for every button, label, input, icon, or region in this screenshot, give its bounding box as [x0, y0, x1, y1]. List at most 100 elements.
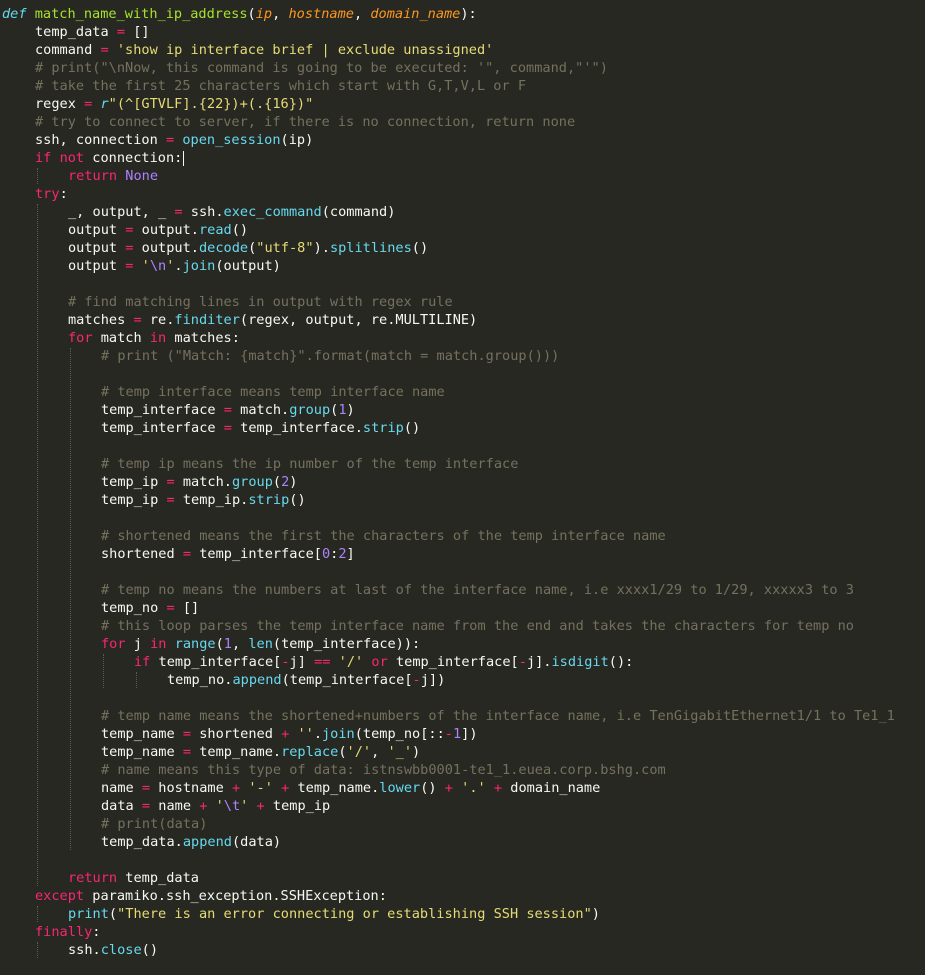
code-line[interactable]: temp_interface = temp_interface.strip(): [101, 419, 420, 437]
code-token: '/': [338, 654, 364, 670]
code-line[interactable]: print("There is an error connecting or e…: [68, 905, 600, 923]
code-line[interactable]: def match_name_with_ip_address(ip, hostn…: [2, 5, 477, 23]
code-line[interactable]: matches = re.finditer(regex, output, re.…: [68, 311, 477, 329]
code-token: # this loop parses the temp interface na…: [101, 618, 854, 634]
code-line[interactable]: ssh.close(): [68, 941, 158, 959]
code-token: output.: [133, 240, 199, 256]
code-line[interactable]: # temp no means the numbers at last of t…: [101, 581, 854, 599]
code-line[interactable]: temp_no.append(temp_interface[-j]): [167, 671, 445, 689]
code-token: (: [247, 6, 256, 22]
code-token: finditer: [174, 312, 240, 328]
code-token: 2: [338, 546, 347, 562]
code-token: temp_no: [101, 600, 167, 616]
code-token: match: [92, 330, 150, 346]
code-token: ==: [314, 654, 331, 670]
code-line[interactable]: temp_ip = match.group(2): [101, 473, 297, 491]
code-line[interactable]: temp_no = []: [101, 599, 199, 617]
code-line[interactable]: # take the first 25 characters which sta…: [35, 77, 526, 95]
code-line[interactable]: except paramiko.ssh_exception.SSHExcepti…: [35, 887, 387, 905]
code-token: read: [198, 222, 232, 238]
code-token: +: [444, 780, 453, 796]
code-line[interactable]: return None: [68, 167, 158, 185]
code-token: temp_interface[: [387, 654, 519, 670]
code-token: match_name_with_ip_address: [34, 6, 248, 22]
code-token: data: [101, 798, 142, 814]
code-token: temp_interface: [101, 402, 224, 418]
code-line[interactable]: finally:: [35, 923, 100, 941]
code-token: hostname: [288, 6, 354, 22]
code-line[interactable]: # print ("Match: {match}".format(match =…: [101, 347, 559, 365]
code-token: ': [215, 798, 224, 814]
code-editor[interactable]: def match_name_with_ip_address(ip, hostn…: [0, 0, 925, 975]
code-line[interactable]: name = hostname + '-' + temp_name.lower(…: [101, 779, 600, 797]
code-token: (temp_interface)):: [272, 636, 421, 652]
code-token: None: [125, 168, 159, 184]
code-line[interactable]: # name means this type of data: istnswbb…: [101, 761, 666, 779]
text-cursor: [183, 151, 185, 166]
code-line[interactable]: # print("\nNow, this command is going to…: [35, 59, 608, 77]
code-line[interactable]: output = output.read(): [68, 221, 248, 239]
code-token: ,: [231, 636, 249, 652]
code-token: lower: [379, 780, 421, 796]
code-line[interactable]: # temp interface means temp interface na…: [101, 383, 445, 401]
code-token: '-': [248, 780, 273, 796]
code-line[interactable]: # temp ip means the ip number of the tem…: [101, 455, 518, 473]
code-line[interactable]: regex = r"(^[GTVLF].{22})+(.{16})": [35, 95, 313, 113]
code-token: output: [68, 222, 126, 238]
code-token: +: [231, 780, 241, 796]
code-line[interactable]: temp_data = []: [35, 23, 150, 41]
code-token: # temp ip means the ip number of the tem…: [101, 456, 519, 472]
code-token: name: [150, 798, 200, 814]
code-line[interactable]: if temp_interface[-j] == '/' or temp_int…: [134, 653, 633, 671]
code-token: (): [141, 942, 159, 958]
code-token: ip: [255, 6, 273, 22]
code-token: join: [322, 726, 355, 742]
code-line[interactable]: if not connection:: [35, 149, 182, 167]
code-token: (output): [215, 258, 281, 274]
indent-guide: [37, 942, 38, 958]
code-token: (data): [231, 834, 282, 850]
code-token: strip: [362, 420, 404, 436]
code-line[interactable]: temp_data.append(data): [101, 833, 281, 851]
code-line[interactable]: for j in range(1, len(temp_interface)):: [101, 635, 420, 653]
code-line[interactable]: command = 'show ip interface brief | exc…: [35, 41, 493, 59]
code-token: 'show ip interface brief | exclude unass…: [116, 42, 494, 58]
code-line[interactable]: ssh, connection = open_session(ip): [35, 131, 313, 149]
code-line[interactable]: return temp_data: [68, 869, 199, 887]
code-line[interactable]: # shortened means the first the characte…: [101, 527, 666, 545]
code-token: finally: [35, 924, 93, 940]
code-token: group: [231, 474, 273, 490]
code-token: (): [411, 240, 429, 256]
code-line[interactable]: # find matching lines in output with reg…: [68, 293, 453, 311]
code-line[interactable]: try:: [35, 185, 68, 203]
code-token: isdigit: [551, 654, 609, 670]
code-line[interactable]: # this loop parses the temp interface na…: [101, 617, 854, 635]
code-line[interactable]: # print(data): [101, 815, 207, 833]
code-line[interactable]: temp_ip = temp_ip.strip(): [101, 491, 306, 509]
code-line[interactable]: temp_name = shortened + ''.join(temp_no[…: [101, 725, 478, 743]
code-line[interactable]: _, output, _ = ssh.exec_command(command): [68, 203, 395, 221]
code-token: \n: [149, 258, 167, 274]
code-token: ssh.: [182, 204, 224, 220]
code-token: =: [166, 492, 175, 508]
code-token: matches: [68, 312, 134, 328]
indent-guide: [103, 654, 104, 688]
code-token: (: [338, 744, 347, 760]
code-line[interactable]: data = name + '\t' + temp_ip: [101, 797, 330, 815]
code-line[interactable]: for match in matches:: [68, 329, 240, 347]
code-token: =: [100, 42, 109, 58]
code-line[interactable]: # temp name means the shortened+numbers …: [101, 707, 895, 725]
code-line[interactable]: temp_interface = match.group(1): [101, 401, 355, 419]
code-line[interactable]: temp_name = temp_name.replace('/', '_'): [101, 743, 420, 761]
code-line[interactable]: shortened = temp_interface[0:2]: [101, 545, 355, 563]
code-token: "There is an error connecting or establi…: [117, 906, 592, 922]
code-line[interactable]: output = '\n'.join(output): [68, 257, 281, 275]
code-token: command: [35, 42, 101, 58]
code-line[interactable]: output = output.decode("utf-8").splitlin…: [68, 239, 428, 257]
code-line[interactable]: # try to connect to server, if there is …: [35, 113, 575, 131]
code-token: =: [141, 798, 151, 814]
